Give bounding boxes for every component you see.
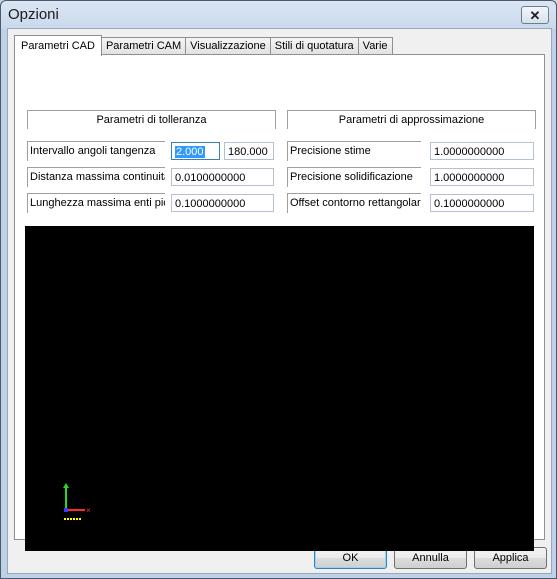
rect-offset-label: Offset contorno rettangolare: [287, 193, 421, 213]
approximation-group-header: Parametri di approssimazione: [287, 110, 536, 129]
tab-strip: Parametri CAD Parametri CAM Visualizzazi…: [14, 35, 393, 56]
tangent-angle-min-input[interactable]: 2.000: [171, 142, 220, 160]
close-button[interactable]: ✕: [521, 6, 549, 24]
tangent-angle-max-input[interactable]: 180.000: [224, 142, 274, 160]
tab-visualizzazione[interactable]: Visualizzazione: [185, 37, 271, 55]
window-title: Opzioni: [8, 6, 59, 23]
continuity-distance-label: Distanza massima continuità: [27, 167, 165, 187]
axis-triad-icon: ×: [63, 483, 91, 520]
rect-offset-input[interactable]: 0.1000000000: [430, 194, 534, 212]
tangent-angle-label: Intervallo angoli tangenza: [27, 141, 165, 161]
svg-text:×: ×: [86, 506, 91, 515]
max-pic-length-label: Lunghezza massima enti pic: [27, 193, 165, 213]
tab-varie[interactable]: Varie: [357, 37, 393, 55]
tab-parametri-cam[interactable]: Parametri CAM: [100, 37, 187, 55]
dialog-body: Parametri CAD Parametri CAM Visualizzazi…: [7, 28, 552, 574]
options-dialog: Opzioni ✕ Parametri CAD Parametri CAM Vi…: [0, 0, 557, 579]
tab-panel-parametri-cad: Parametri di tolleranza Intervallo angol…: [14, 54, 545, 551]
continuity-distance-input[interactable]: 0.0100000000: [171, 168, 274, 186]
tab-stili-quotatura[interactable]: Stili di quotatura: [269, 37, 359, 55]
close-icon: ✕: [529, 7, 541, 23]
max-pic-length-input[interactable]: 0.1000000000: [171, 194, 274, 212]
solidification-precision-label: Precisione solidificazione: [287, 167, 421, 187]
tolerance-group-header: Parametri di tolleranza: [27, 110, 276, 129]
estimate-precision-label: Precisione stime: [287, 141, 421, 161]
estimate-precision-input[interactable]: 1.0000000000: [430, 142, 534, 160]
tab-parametri-cad[interactable]: Parametri CAD: [14, 35, 102, 56]
preview-viewport[interactable]: ×: [25, 226, 534, 551]
solidification-precision-input[interactable]: 1.0000000000: [430, 168, 534, 186]
